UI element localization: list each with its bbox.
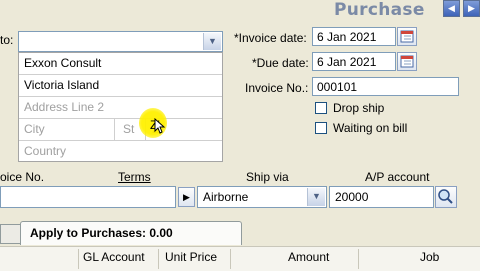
waiting-on-bill-label: Waiting on bill — [333, 121, 408, 135]
ship-via-value: Airborne — [203, 190, 249, 204]
address-country-field[interactable]: Country — [19, 141, 222, 163]
invoice-date-field[interactable]: 6 Jan 2021 — [312, 27, 396, 46]
tab-previous[interactable] — [0, 224, 21, 244]
drop-ship-label: Drop ship — [333, 101, 385, 115]
supplier-invoice-no-field[interactable] — [0, 186, 176, 208]
address-company-field[interactable]: Exxon Consult — [19, 53, 222, 75]
ship-via-dropdown-button[interactable]: ▼ — [307, 188, 325, 206]
job-column-header: Job — [420, 250, 440, 264]
invoice-no-field[interactable]: 000101 — [312, 77, 459, 96]
vendor-dropdown-button[interactable]: ▼ — [203, 33, 221, 50]
calendar-icon — [400, 55, 414, 68]
address-line-1-field[interactable]: Victoria Island — [19, 75, 222, 97]
drop-ship-checkbox[interactable] — [315, 102, 327, 114]
chevron-down-icon: ▼ — [312, 191, 321, 201]
ap-account-field[interactable]: 20000 — [329, 186, 434, 208]
ap-account-column-header: A/P account — [365, 170, 430, 184]
line-items-grid-header — [0, 246, 480, 271]
vendor-select[interactable]: ▼ — [18, 31, 223, 52]
calendar-icon — [400, 30, 414, 43]
previous-record-button[interactable]: ◀ — [443, 0, 460, 17]
invoice-no-label: Invoice No.: — [245, 81, 309, 95]
address-box: Exxon Consult Victoria Island Address Li… — [18, 52, 223, 162]
unit-price-column-header: Unit Price — [165, 250, 218, 264]
invoice-date-label: *Invoice date: — [234, 31, 307, 45]
ap-account-search-button[interactable] — [435, 186, 457, 208]
invoice-no-column-header: oice No. — [0, 170, 45, 184]
tab-apply-to-purchases[interactable]: Apply to Purchases: 0.00 — [20, 221, 242, 245]
address-city-row: City St Zi — [19, 119, 222, 141]
column-separator — [230, 249, 231, 269]
column-separator — [358, 249, 359, 269]
column-separator — [158, 249, 159, 269]
due-date-field[interactable]: 6 Jan 2021 — [312, 52, 396, 71]
gl-account-column-header: GL Account — [83, 250, 145, 264]
due-date-label: *Due date: — [252, 56, 309, 70]
terms-column-header: Terms — [118, 170, 151, 184]
invoice-date-calendar-button[interactable] — [397, 27, 417, 46]
arrow-left-icon: ◀ — [448, 3, 455, 13]
address-line-2-field[interactable]: Address Line 2 — [19, 97, 222, 119]
address-city-field[interactable]: City — [24, 119, 115, 140]
window-title: Purchase — [334, 0, 425, 20]
column-separator — [78, 249, 79, 269]
to-label: to: — [0, 33, 14, 47]
amount-column-header: Amount — [288, 250, 330, 264]
search-icon — [438, 189, 453, 204]
arrow-right-icon: ▶ — [183, 192, 190, 202]
terms-expand-button[interactable]: ▶ — [178, 187, 195, 207]
ship-via-select[interactable]: Airborne ▼ — [197, 186, 327, 208]
next-record-button[interactable]: ▶ — [463, 0, 480, 17]
ship-via-column-header: Ship via — [246, 170, 289, 184]
due-date-calendar-button[interactable] — [397, 52, 417, 71]
waiting-on-bill-checkbox[interactable] — [315, 122, 327, 134]
chevron-down-icon: ▼ — [208, 36, 217, 46]
arrow-right-icon: ▶ — [468, 3, 475, 13]
mouse-cursor-icon — [154, 118, 166, 134]
